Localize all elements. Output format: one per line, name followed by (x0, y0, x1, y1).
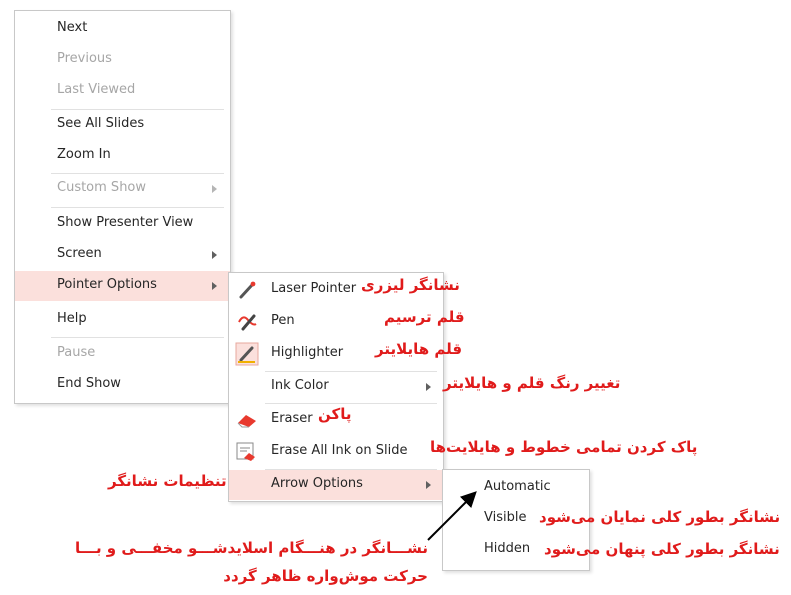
annotation-hidden: نشانگر بطور کلی پنهان می‌شود (544, 540, 780, 558)
menu-item-label: End Show (57, 376, 121, 391)
annotation-highlighter: قلم هایلایتر (375, 340, 463, 358)
menu-item-zoom-in[interactable]: Zoom In (15, 141, 230, 171)
pen-icon (237, 312, 259, 336)
menu-item-label: Screen (57, 246, 102, 261)
menu-separator (265, 403, 437, 404)
menu-item-previous[interactable]: Previous (15, 45, 230, 75)
menu-item-show-presenter-view[interactable]: Show Presenter View (15, 209, 230, 239)
menu-item-label: Last Viewed (57, 82, 136, 97)
submenu-arrow-icon (212, 251, 217, 259)
annotation-arrow-options: تنظیمات نشانگر (108, 472, 227, 490)
menu-item-erase-all-ink[interactable]: Erase All Ink on Slide (229, 437, 443, 467)
pointer-options-submenu: Laser Pointer Pen Highlighter Ink Color (228, 272, 444, 502)
menu-item-label: Automatic (484, 479, 551, 494)
menu-item-see-all-slides[interactable]: See All Slides (15, 110, 230, 140)
menu-item-next[interactable]: Next (15, 14, 230, 44)
annotation-pen: قلم ترسیم (384, 308, 465, 326)
erase-all-ink-icon (236, 442, 256, 466)
submenu-arrow-icon (212, 185, 217, 193)
menu-item-label: Previous (57, 51, 112, 66)
menu-item-label: Pen (271, 313, 295, 328)
menu-separator (51, 207, 224, 208)
submenu-arrow-icon (212, 282, 217, 290)
menu-item-label: Pointer Options (57, 277, 157, 292)
annotation-automatic: نشـــانگر در هنـــگام اسلایدشـــو مخفـــ… (74, 534, 428, 590)
annotation-visible: نشانگر بطور کلی نمایان می‌شود (539, 508, 781, 526)
laser-pointer-icon (237, 280, 257, 304)
menu-item-pause[interactable]: Pause (15, 339, 230, 369)
menu-item-label: See All Slides (57, 116, 145, 131)
annotation-arrow-icon (427, 491, 477, 541)
eraser-icon (236, 411, 258, 433)
menu-item-label: Arrow Options (271, 476, 363, 491)
menu-item-label: Pause (57, 345, 96, 360)
menu-item-label: Hidden (484, 541, 531, 556)
slideshow-context-menu: Next Previous Last Viewed See All Slides… (14, 10, 231, 404)
annotation-automatic-line-2: حرکت موش‌واره ظاهر گردد (223, 567, 428, 585)
menu-item-label: Laser Pointer (271, 281, 357, 296)
menu-item-label: Next (57, 20, 88, 35)
menu-item-pointer-options[interactable]: Pointer Options (15, 271, 230, 301)
menu-item-label: Show Presenter View (57, 215, 194, 230)
menu-item-label: Visible (484, 510, 527, 525)
highlighter-icon (235, 342, 259, 370)
menu-item-label: Erase All Ink on Slide (271, 443, 408, 458)
menu-item-label: Ink Color (271, 378, 329, 393)
annotation-ink-color: تغییر رنگ قلم و هایلایتر (443, 374, 621, 392)
menu-item-end-show[interactable]: End Show (15, 370, 230, 400)
menu-item-custom-show[interactable]: Custom Show (15, 174, 230, 204)
menu-item-help[interactable]: Help (15, 305, 230, 335)
menu-item-label: Custom Show (57, 180, 147, 195)
menu-separator (51, 337, 224, 338)
submenu-arrow-icon (426, 383, 431, 391)
annotation-erase-all: پاک کردن تمامی خطوط و هایلایت‌ها (430, 438, 698, 456)
menu-item-label: Eraser (271, 411, 313, 426)
annotation-eraser: پاکن (318, 405, 352, 423)
menu-item-arrow-options[interactable]: Arrow Options (229, 470, 443, 500)
menu-item-label: Highlighter (271, 345, 344, 360)
menu-item-label: Zoom In (57, 147, 111, 162)
annotation-automatic-line-1: نشـــانگر در هنـــگام اسلایدشـــو مخفـــ… (74, 539, 428, 557)
menu-item-screen[interactable]: Screen (15, 240, 230, 270)
menu-item-last-viewed[interactable]: Last Viewed (15, 76, 230, 106)
menu-item-ink-color[interactable]: Ink Color (229, 372, 443, 402)
annotation-laser-pointer: نشانگر لیزری (361, 276, 460, 294)
menu-item-label: Help (57, 311, 87, 326)
